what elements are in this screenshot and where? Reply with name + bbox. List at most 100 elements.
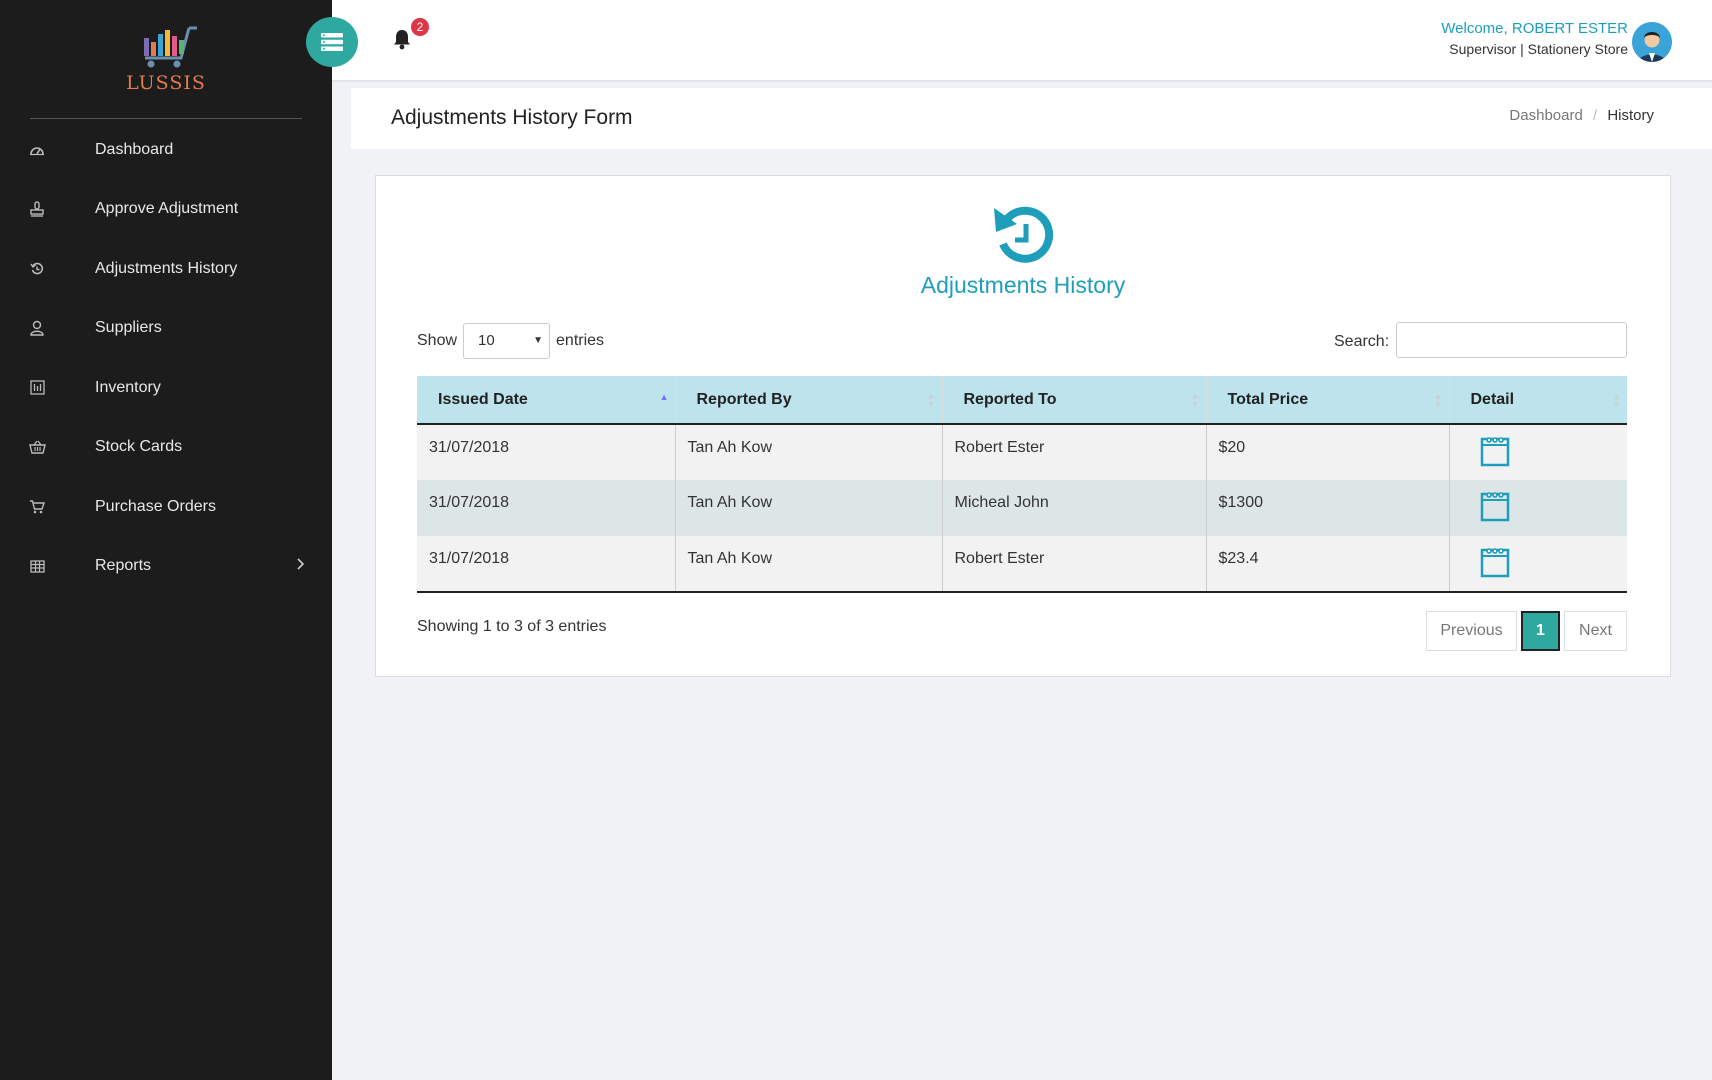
breadcrumb-current: History <box>1607 107 1654 124</box>
column-header-label: Reported By <box>696 390 792 408</box>
total-price-cell: $1300 <box>1205 480 1449 536</box>
notepad-detail-icon[interactable] <box>1480 490 1510 522</box>
sidebar-item-dashboard[interactable]: Dashboard <box>0 120 332 180</box>
detail-cell <box>1448 536 1627 593</box>
grid-icon <box>28 557 46 575</box>
search-input[interactable] <box>1396 322 1627 358</box>
stamp-icon <box>28 200 46 218</box>
card-title: Adjustments History <box>920 272 1126 298</box>
column-header-issued-date[interactable]: Issued Date ▲ <box>417 376 675 425</box>
sidebar-item-approve-adjustment[interactable]: Approve Adjustment <box>0 180 332 240</box>
history-icon <box>990 204 1058 268</box>
sort-icon: ▲ ▼ <box>926 391 936 409</box>
column-header-total-price[interactable]: Total Price ▲ ▼ <box>1205 376 1449 425</box>
table-row: 31/07/2018 Tan Ah Kow Robert Ester $20 <box>417 424 1627 480</box>
show-entries-control: Show 10 ▼ entries <box>417 323 604 359</box>
page-length-select[interactable]: 10 ▼ <box>463 323 551 359</box>
show-label: Show <box>417 332 458 349</box>
total-price-cell: $23.4 <box>1205 536 1449 593</box>
table-header-row: Issued Date ▲ Reported By ▲ ▼ Reported To… <box>417 376 1627 425</box>
column-header-reported-to[interactable]: Reported To ▲ ▼ <box>941 376 1206 425</box>
reported-by-cell: Tan Ah Kow <box>674 536 942 593</box>
sidebar-item-inventory[interactable]: Inventory <box>0 358 332 418</box>
top-bar: Welcome, ROBERT ESTER Supervisor | Stati… <box>332 0 1712 82</box>
table-info-text: Showing 1 to 3 of 3 entries <box>417 618 607 635</box>
page-header: Adjustments History Form Dashboard / His… <box>351 88 1712 149</box>
detail-cell <box>1448 480 1627 536</box>
sidebar-item-label: Stock Cards <box>95 438 183 456</box>
sidebar-item-label: Dashboard <box>95 140 174 158</box>
sidebar-item-label: Purchase Orders <box>95 497 216 515</box>
menu-icon <box>321 33 343 51</box>
history-icon <box>28 260 46 278</box>
dashboard-icon <box>28 141 46 159</box>
issued-date-cell: 31/07/2018 <box>417 536 675 593</box>
sidebar-item-label: Inventory <box>95 378 161 396</box>
cart-icon <box>28 498 46 516</box>
previous-page-button[interactable]: Previous <box>1426 611 1517 651</box>
column-header-label: Issued Date <box>438 390 528 408</box>
sidebar-item-stock-cards[interactable]: Stock Cards <box>0 418 332 478</box>
user-icon <box>28 319 46 337</box>
logo-text: LUSSIS <box>126 72 206 94</box>
sidebar-item-label: Approve Adjustment <box>95 200 239 218</box>
notepad-detail-icon[interactable] <box>1480 546 1510 578</box>
column-header-detail[interactable]: Detail ▲ ▼ <box>1448 376 1627 425</box>
sort-icon: ▲ ▼ <box>1433 391 1443 409</box>
breadcrumb: Dashboard / History <box>1509 107 1654 124</box>
user-role-text: Supervisor | Stationery Store <box>1449 41 1628 57</box>
welcome-text: Welcome, ROBERT ESTER <box>1441 20 1628 37</box>
cart-logo-icon <box>144 26 197 68</box>
column-header-reported-by[interactable]: Reported By ▲ ▼ <box>674 376 942 425</box>
sidebar-item-purchase-orders[interactable]: Purchase Orders <box>0 477 332 537</box>
logo[interactable]: LUSSIS <box>0 24 332 104</box>
column-header-label: Reported To <box>963 390 1057 408</box>
caret-down-icon: ▼ <box>533 335 544 346</box>
search-label: Search: <box>1334 333 1390 350</box>
reported-to-cell: Robert Ester <box>941 536 1206 593</box>
notepad-detail-icon[interactable] <box>1480 435 1510 467</box>
sort-icon: ▲ ▼ <box>1612 391 1621 409</box>
sidebar-nav: Dashboard Approve Adjustment Adjustments… <box>0 120 332 596</box>
sort-ascending-icon: ▲ <box>659 392 669 402</box>
adjustments-history-card: Adjustments History Show 10 ▼ entries Se… <box>375 175 1671 677</box>
reported-by-cell: Tan Ah Kow <box>674 424 942 480</box>
page-title: Adjustments History Form <box>391 106 633 129</box>
inventory-icon <box>28 379 46 397</box>
sidebar-item-suppliers[interactable]: Suppliers <box>0 299 332 359</box>
notification-badge: 2 <box>411 18 429 36</box>
sort-icon: ▲ ▼ <box>1190 391 1200 409</box>
reported-by-cell: Tan Ah Kow <box>674 480 942 536</box>
sidebar-item-reports[interactable]: Reports <box>0 537 332 597</box>
entries-label: entries <box>556 332 605 349</box>
reported-to-cell: Micheal John <box>941 480 1206 536</box>
page-length-value: 10 <box>478 332 495 349</box>
sidebar-item-label: Adjustments History <box>95 259 238 277</box>
detail-cell <box>1448 424 1627 480</box>
column-header-label: Detail <box>1470 390 1515 408</box>
basket-icon <box>28 438 46 456</box>
bell-icon <box>394 30 410 50</box>
menu-toggle-button[interactable] <box>306 17 358 67</box>
sidebar-item-label: Reports <box>95 557 152 575</box>
table-row: 31/07/2018 Tan Ah Kow Robert Ester $23.4 <box>417 536 1627 593</box>
total-price-cell: $20 <box>1205 424 1449 480</box>
next-page-button[interactable]: Next <box>1564 611 1627 651</box>
issued-date-cell: 31/07/2018 <box>429 494 510 511</box>
breadcrumb-separator: / <box>1592 107 1598 124</box>
avatar[interactable] <box>1632 22 1672 62</box>
sidebar-item-adjustments-history[interactable]: Adjustments History <box>0 239 332 299</box>
notifications-button[interactable] <box>392 28 414 50</box>
table-row: 31/07/2018 Tan Ah Kow Micheal John $1300 <box>417 480 1627 536</box>
sidebar-divider <box>30 118 302 119</box>
reported-to-cell: Robert Ester <box>941 424 1206 480</box>
column-header-label: Total Price <box>1227 390 1309 408</box>
breadcrumb-dashboard-link[interactable]: Dashboard <box>1509 107 1582 124</box>
issued-date-cell: 31/07/2018 <box>429 439 510 456</box>
sidebar: LUSSIS Dashboard Approve Adjustment Adju… <box>0 0 332 1080</box>
page-1-button[interactable]: 1 <box>1521 611 1560 651</box>
pagination: Previous 1 Next <box>1426 611 1627 651</box>
adjustments-table: Issued Date ▲ Reported By ▲ ▼ Reported To… <box>417 376 1627 593</box>
chevron-right-icon <box>296 557 305 575</box>
sidebar-item-label: Suppliers <box>95 319 162 337</box>
